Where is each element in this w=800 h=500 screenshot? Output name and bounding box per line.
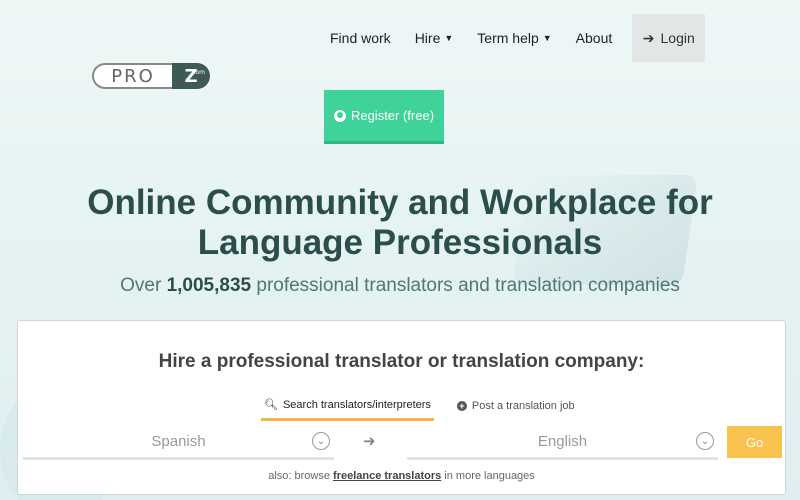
nav-term-help[interactable]: Term help ▼: [465, 14, 563, 62]
also-suffix: in more languages: [441, 470, 535, 482]
top-nav: Find work Hire ▼ Term help ▼ About ➔ Log…: [318, 14, 706, 62]
nav-find-work[interactable]: Find work: [318, 14, 403, 62]
hero-subtitle: Over 1,005,835 professional translators …: [0, 275, 800, 297]
register-button[interactable]: Register (free): [324, 90, 444, 141]
freelance-translators-link[interactable]: freelance translators: [333, 470, 441, 482]
chevron-down-icon: ⌄: [696, 432, 714, 450]
target-language-value: English: [537, 433, 588, 450]
hire-search-card: Hire a professional translator or transl…: [17, 320, 786, 495]
go-button[interactable]: Go: [727, 426, 782, 458]
hero-sub-suffix: professional translators and translation…: [251, 275, 680, 296]
hero-title-line1: Online Community and Workplace for: [87, 183, 713, 222]
user-circle-icon: [333, 109, 346, 122]
proz-logo[interactable]: PRO Z .com: [92, 62, 210, 90]
also-prefix: also: browse: [268, 470, 334, 482]
caret-down-icon: ▼: [444, 33, 454, 43]
tab-post-job[interactable]: + Post a translation job: [454, 393, 578, 421]
nav-find-work-label: Find work: [330, 30, 391, 46]
tab-search-label: Search translators/interpreters: [282, 398, 431, 411]
nav-about[interactable]: About: [564, 14, 625, 62]
login-label: Login: [660, 30, 695, 46]
login-button[interactable]: ➔ Login: [632, 14, 706, 62]
arrow-right-icon: ➜: [363, 433, 376, 450]
search-tabs: 🔍︎ Search translators/interpreters + Pos…: [261, 393, 578, 421]
nav-term-help-label: Term help: [477, 30, 539, 46]
card-title: Hire a professional translator or transl…: [158, 351, 645, 372]
nav-about-label: About: [575, 30, 613, 46]
target-language-select[interactable]: English ⌄: [407, 426, 718, 460]
caret-down-icon: ▼: [542, 33, 552, 43]
browse-note: also: browse freelance translators in mo…: [18, 470, 785, 482]
search-icon: 🔍︎: [264, 399, 278, 411]
hero-title-line2: Language Professionals: [197, 223, 603, 262]
plus-circle-icon: +: [456, 401, 467, 411]
hero-sub-prefix: Over: [120, 275, 167, 296]
sign-in-icon: ➔: [642, 29, 655, 46]
translator-count: 1,005,835: [166, 275, 252, 296]
source-language-select[interactable]: Spanish ⌄: [23, 426, 334, 460]
chevron-down-icon: ⌄: [312, 432, 330, 450]
logo-pro-text: PRO: [92, 63, 172, 89]
logo-dotcom-text: .com: [190, 69, 205, 76]
tab-search-translators[interactable]: 🔍︎ Search translators/interpreters: [261, 393, 434, 421]
nav-hire-label: Hire: [414, 30, 441, 46]
tab-post-label: Post a translation job: [471, 400, 575, 412]
logo-z-mark: Z .com: [172, 63, 210, 89]
source-language-value: Spanish: [151, 433, 206, 450]
nav-hire[interactable]: Hire ▼: [403, 14, 466, 62]
hero-title: Online Community and Workplace for Langu…: [0, 183, 800, 263]
register-label: Register (free): [350, 108, 435, 123]
